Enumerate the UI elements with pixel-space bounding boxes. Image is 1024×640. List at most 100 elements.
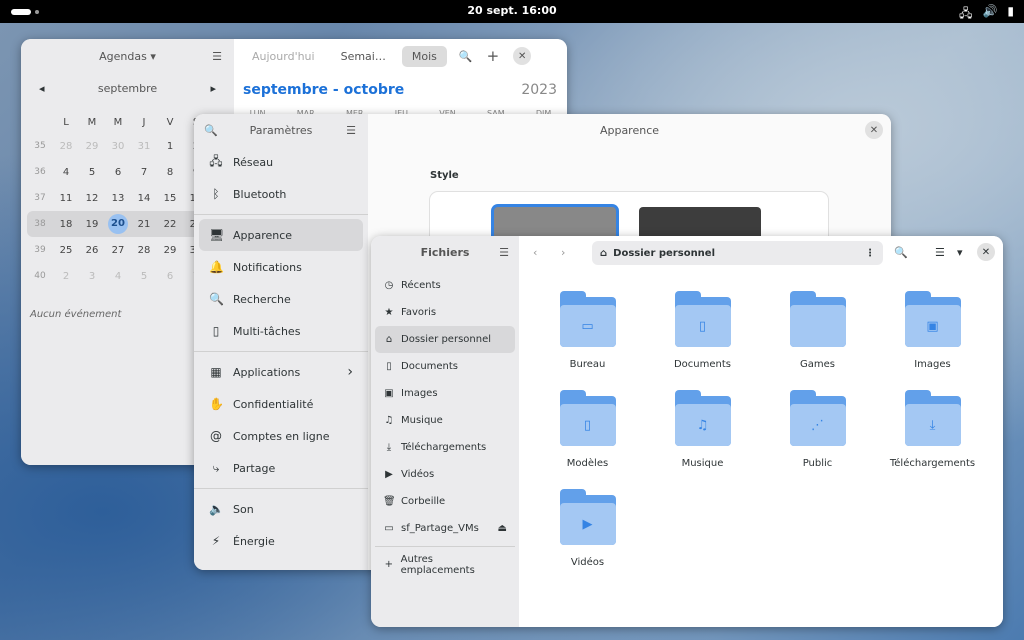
day-cell[interactable]: 29 xyxy=(79,141,105,152)
sidebar-item-réseau[interactable]: 🖧 Réseau xyxy=(199,146,363,178)
folder-item[interactable]: ▯ Documents xyxy=(650,291,755,370)
day-cell[interactable]: 18 xyxy=(53,219,79,230)
files-sidebar-item[interactable]: ♫ Musique xyxy=(375,407,515,434)
sidebar-item-applications[interactable]: ▦ Applications › xyxy=(199,356,363,388)
folder-item[interactable]: ♫ Musique xyxy=(650,390,755,469)
list-view-icon[interactable]: ☰ xyxy=(935,246,945,259)
sidebar-item-label: Apparence xyxy=(233,228,293,242)
day-cell[interactable]: 22 xyxy=(157,219,183,230)
files-sidebar-label: Dossier personnel xyxy=(401,334,492,345)
day-cell[interactable]: 21 xyxy=(131,219,157,230)
agendas-menu-button[interactable]: Agendas ▾ xyxy=(99,50,156,63)
close-icon[interactable]: ✕ xyxy=(977,243,995,261)
day-cell[interactable]: 27 xyxy=(105,245,131,256)
day-cell[interactable]: 3 xyxy=(79,271,105,282)
close-icon[interactable]: ✕ xyxy=(513,47,532,65)
folder-item[interactable]: ▣ Images xyxy=(880,291,985,370)
sidebar-item-label: Multi-tâches xyxy=(233,324,301,338)
folder-item[interactable]: ▭ Bureau xyxy=(535,291,640,370)
day-cell[interactable]: 1 xyxy=(157,141,183,152)
folder-item[interactable]: ▶ Vidéos xyxy=(535,489,640,568)
files-sidebar-item[interactable]: ◷ Récents xyxy=(375,272,515,299)
system-tray[interactable]: 🖧 🔊 ▮ xyxy=(959,4,1014,25)
back-icon[interactable]: ‹ xyxy=(533,246,537,259)
sidebar-item-notifications[interactable]: 🔔 Notifications xyxy=(199,251,363,283)
folder-item[interactable]: Games xyxy=(765,291,870,370)
day-cell[interactable]: 8 xyxy=(157,167,183,178)
day-cell[interactable]: 25 xyxy=(53,245,79,256)
bluetooth-icon: ᛒ xyxy=(212,187,220,201)
files-sidebar-label: sf_Partage_VMs xyxy=(401,523,479,534)
today-marker: 20 xyxy=(108,214,128,234)
files-sidebar-item[interactable]: ⌂ Dossier personnel xyxy=(375,326,515,353)
add-icon[interactable]: + xyxy=(487,47,500,65)
folder-item[interactable]: ⋰ Public xyxy=(765,390,870,469)
chevron-down-icon[interactable]: ▾ xyxy=(957,246,963,259)
day-cell[interactable]: 7 xyxy=(131,167,157,178)
eject-icon[interactable]: ⏏ xyxy=(498,523,507,534)
tab-month[interactable]: Mois xyxy=(401,45,447,67)
hamburger-icon[interactable]: ☰ xyxy=(346,124,356,137)
day-cell[interactable]: 12 xyxy=(79,193,105,204)
day-cell[interactable]: 2 xyxy=(53,271,79,282)
files-sidebar-label: Téléchargements xyxy=(401,442,487,453)
sidebar-item-label: Confidentialité xyxy=(233,397,314,411)
files-sidebar-label: Favoris xyxy=(401,307,437,318)
tab-today[interactable]: Aujourd'hui xyxy=(242,46,325,67)
search-icon[interactable]: 🔍 xyxy=(459,50,473,63)
files-sidebar-item[interactable]: ▶ Vidéos xyxy=(375,461,515,488)
clock[interactable]: 20 sept. 16:00 xyxy=(0,4,1024,17)
path-bar[interactable]: ⌂ Dossier personnel ⋮ xyxy=(592,241,883,265)
sidebar-item-partage[interactable]: ⤷ Partage xyxy=(199,452,363,484)
more-icon[interactable]: ⋮ xyxy=(865,248,875,259)
day-cell[interactable]: 5 xyxy=(79,167,105,178)
next-month-icon[interactable]: ▸ xyxy=(210,82,216,95)
day-cell[interactable]: 4 xyxy=(53,167,79,178)
search-icon: 🔍 xyxy=(209,292,224,306)
day-cell[interactable]: 15 xyxy=(157,193,183,204)
files-sidebar-item[interactable]: ▯ Documents xyxy=(375,353,515,380)
sidebar-item-recherche[interactable]: 🔍 Recherche xyxy=(199,283,363,315)
day-cell[interactable]: 26 xyxy=(79,245,105,256)
day-cell[interactable]: 4 xyxy=(105,271,131,282)
day-cell[interactable]: 6 xyxy=(157,271,183,282)
folder-item[interactable]: ▯ Modèles xyxy=(535,390,640,469)
day-cell[interactable]: 30 xyxy=(105,141,131,152)
day-cell[interactable]: 20 xyxy=(105,214,131,234)
day-cell[interactable]: 29 xyxy=(157,245,183,256)
day-cell[interactable]: 14 xyxy=(131,193,157,204)
files-sidebar-item[interactable]: ▣ Images xyxy=(375,380,515,407)
day-cell[interactable]: 11 xyxy=(53,193,79,204)
sidebar-item-son[interactable]: 🔈 Son xyxy=(199,493,363,525)
files-sidebar-item[interactable]: ⤓ Téléchargements xyxy=(375,434,515,461)
sidebar-item-apparence[interactable]: 🖥 Apparence xyxy=(199,219,363,251)
folder-item[interactable]: ⤓ Téléchargements xyxy=(880,390,985,469)
day-cell[interactable]: 5 xyxy=(131,271,157,282)
files-sidebar-item[interactable]: 🗑 Corbeille xyxy=(375,488,515,515)
close-icon[interactable]: ✕ xyxy=(865,121,883,139)
search-icon[interactable]: 🔍 xyxy=(204,124,218,137)
hamburger-icon[interactable]: ☰ xyxy=(212,50,222,63)
tab-week[interactable]: Semai… xyxy=(331,46,396,67)
day-cell[interactable]: 6 xyxy=(105,167,131,178)
sidebar-item-comptes-en-ligne[interactable]: @ Comptes en ligne xyxy=(199,420,363,452)
templates-folder-icon: ▯ xyxy=(559,390,616,448)
day-cell[interactable]: 28 xyxy=(53,141,79,152)
forward-icon[interactable]: › xyxy=(561,246,565,259)
search-icon[interactable]: 🔍 xyxy=(894,246,908,259)
day-cell[interactable]: 19 xyxy=(79,219,105,230)
prev-month-icon[interactable]: ◂ xyxy=(39,82,45,95)
sidebar-item-confidentialité[interactable]: ✋ Confidentialité xyxy=(199,388,363,420)
day-cell[interactable]: 31 xyxy=(131,141,157,152)
files-sidebar-item[interactable]: ▭ sf_Partage_VMs ⏏ xyxy=(375,515,515,542)
divider xyxy=(194,214,368,215)
other-locations-item[interactable]: + Autres emplacements xyxy=(375,551,515,578)
sidebar-item-énergie[interactable]: ⚡ Énergie xyxy=(199,525,363,557)
hamburger-icon[interactable]: ☰ xyxy=(499,246,509,259)
sidebar-item-multi-tâches[interactable]: ▯ Multi-tâches xyxy=(199,315,363,347)
files-sidebar-label: Musique xyxy=(401,415,443,426)
day-cell[interactable]: 28 xyxy=(131,245,157,256)
sidebar-item-bluetooth[interactable]: ᛒ Bluetooth xyxy=(199,178,363,210)
day-cell[interactable]: 13 xyxy=(105,193,131,204)
files-sidebar-item[interactable]: ★ Favoris xyxy=(375,299,515,326)
